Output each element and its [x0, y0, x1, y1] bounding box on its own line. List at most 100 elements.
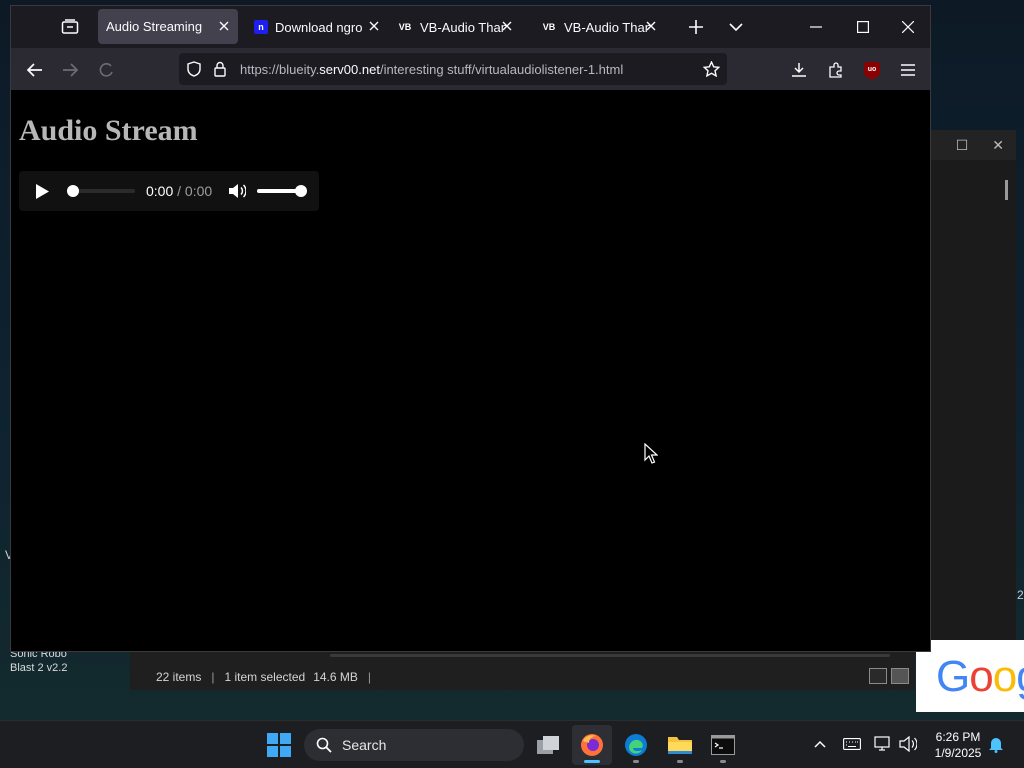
volume-tray-button[interactable]	[897, 733, 919, 755]
url-text[interactable]: https://blueity.serv00.net/interesting s…	[240, 62, 623, 77]
tab-download-ngrok[interactable]: n Download ngrok	[246, 9, 379, 45]
navigation-toolbar: https://blueity.serv00.net/interesting s…	[11, 48, 930, 90]
forward-button[interactable]	[56, 56, 84, 84]
network-icon	[874, 736, 890, 751]
bell-icon	[989, 738, 1003, 753]
firefox-icon	[581, 734, 603, 756]
task-view-icon	[537, 736, 559, 754]
taskbar-edge[interactable]	[616, 725, 656, 765]
large-icons-view-button[interactable]	[891, 668, 909, 684]
network-tray-button[interactable]	[872, 733, 894, 755]
url-path: /interesting stuff/virtualaudiolistener-…	[379, 62, 624, 77]
ublock-origin-button[interactable]: uo	[858, 56, 886, 84]
list-all-tabs-button[interactable]	[724, 15, 748, 39]
task-view-button[interactable]	[528, 725, 568, 765]
app-menu-button[interactable]	[894, 56, 922, 84]
minimize-icon	[810, 26, 822, 28]
taskbar-firefox[interactable]	[572, 725, 612, 765]
bookmark-star-icon[interactable]	[703, 61, 720, 77]
play-button[interactable]	[33, 182, 51, 200]
taskbar-file-explorer[interactable]	[660, 725, 700, 765]
download-icon	[792, 63, 806, 77]
ngrok-favicon-icon: n	[254, 20, 268, 34]
plus-icon	[689, 20, 703, 34]
reload-button[interactable]	[93, 56, 121, 84]
maximize-icon	[857, 21, 869, 33]
speaker-icon	[899, 736, 917, 752]
taskbar: Search 6:26 PM 1/9/2025	[0, 720, 1024, 768]
clock-time: 6:26 PM	[935, 730, 981, 744]
scrollbar-thumb[interactable]	[1005, 180, 1008, 200]
explorer-horizontal-scrollbar[interactable]	[330, 654, 890, 657]
file-explorer-window: 22 items | 1 item selected 14.6 MB |	[130, 648, 915, 690]
close-tab-icon[interactable]	[499, 18, 515, 34]
notifications-button[interactable]	[985, 733, 1007, 755]
volume-slider-thumb[interactable]	[295, 185, 307, 197]
url-host: serv00.net	[319, 62, 380, 77]
extensions-button[interactable]	[822, 56, 850, 84]
vb-audio-favicon-icon: VB	[398, 22, 412, 32]
keyboard-tray-button[interactable]	[841, 733, 863, 755]
maximize-button[interactable]	[848, 13, 878, 41]
background-edge-text: 2	[1017, 588, 1024, 602]
lock-icon[interactable]	[214, 61, 226, 77]
show-hidden-icons-button[interactable]	[809, 733, 831, 755]
folder-icon	[668, 737, 692, 754]
item-count: 22 items	[156, 670, 202, 684]
page-title: Audio Stream	[19, 114, 198, 147]
google-logo-text: Goog	[936, 652, 1024, 701]
tab-vb-audio-1[interactable]: VB VB-Audio Thank	[389, 9, 521, 45]
close-tab-icon[interactable]	[216, 18, 232, 34]
volume-slider[interactable]	[257, 185, 307, 197]
arrow-left-icon	[27, 63, 42, 77]
maximize-icon[interactable]: ☐	[956, 137, 969, 154]
duration-time: 0:00	[184, 183, 213, 199]
url-prefix: https://blueity.	[240, 62, 320, 77]
firefox-view-button[interactable]	[57, 15, 83, 39]
shield-icon[interactable]	[187, 61, 201, 77]
mute-button[interactable]	[227, 181, 247, 201]
time-separator: /	[173, 183, 185, 199]
taskbar-search-box[interactable]: Search	[304, 729, 524, 761]
puzzle-icon	[829, 62, 842, 78]
chevron-down-icon	[729, 22, 743, 31]
close-tab-icon[interactable]	[366, 18, 382, 34]
seek-slider-thumb[interactable]	[67, 185, 79, 197]
background-window-titlebar: ☐ ✕	[931, 130, 1016, 160]
background-window: ☐ ✕	[930, 130, 1016, 640]
hamburger-menu-icon	[901, 64, 915, 76]
back-button[interactable]	[21, 56, 49, 84]
tab-bar: Audio Streaming n Download ngrok VB VB-A…	[11, 6, 930, 48]
status-separator: |	[367, 670, 372, 684]
search-icon	[316, 737, 332, 753]
tab-title: Audio Streaming	[106, 19, 203, 34]
clock-date: 1/9/2025	[934, 746, 982, 760]
tab-audio-streaming[interactable]: Audio Streaming	[98, 9, 238, 44]
close-icon[interactable]: ✕	[992, 137, 1004, 154]
ublock-icon: uo	[864, 61, 880, 79]
close-tab-icon[interactable]	[643, 18, 659, 34]
firefox-view-icon	[61, 19, 79, 34]
tab-vb-audio-2[interactable]: VB VB-Audio Thank	[533, 9, 665, 45]
firefox-window: Audio Streaming n Download ngrok VB VB-A…	[10, 5, 931, 652]
details-view-button[interactable]	[869, 668, 887, 684]
minimize-button[interactable]	[801, 13, 831, 41]
audio-seek-slider[interactable]	[67, 185, 135, 197]
audio-player[interactable]: 0:00 / 0:00	[19, 171, 319, 211]
tab-title: VB-Audio Thank	[564, 19, 650, 35]
view-toggle-group	[869, 668, 909, 684]
play-icon	[35, 183, 49, 199]
terminal-icon	[711, 735, 735, 755]
new-tab-button[interactable]	[684, 15, 708, 39]
address-bar[interactable]: https://blueity.serv00.net/interesting s…	[179, 53, 727, 85]
page-content: Audio Stream 0:00 / 0:00	[11, 90, 930, 651]
start-button[interactable]	[259, 725, 299, 765]
close-window-button[interactable]	[893, 13, 923, 41]
system-clock[interactable]: 6:26 PM 1/9/2025	[928, 729, 988, 761]
taskbar-terminal[interactable]	[703, 725, 743, 765]
mouse-cursor-icon	[644, 443, 658, 464]
downloads-button[interactable]	[785, 56, 813, 84]
close-icon	[902, 21, 914, 33]
selection-size: 14.6 MB	[313, 670, 358, 684]
audio-time-display: 0:00 / 0:00	[146, 183, 212, 199]
